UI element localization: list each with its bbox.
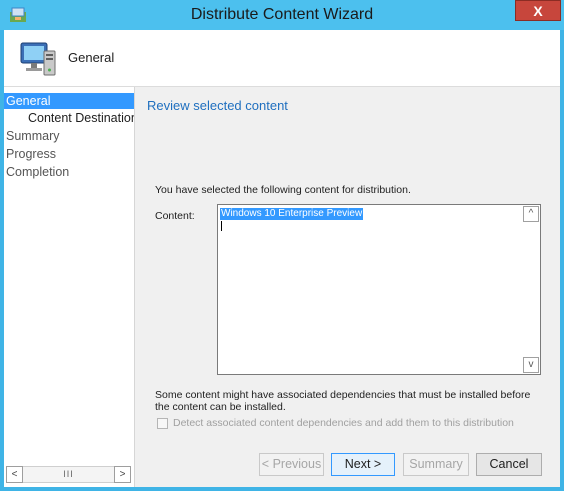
wizard-header: General [4,30,560,87]
content-value: Windows 10 Enterprise Preview [220,208,364,220]
step-progress[interactable]: Progress [4,146,56,162]
detect-dependencies-checkbox[interactable] [157,418,168,429]
wizard-client-area: General General Content Destination Summ… [4,30,560,487]
next-button[interactable]: Next > [331,453,395,476]
content-textbox[interactable]: Windows 10 Enterprise Preview ^ v [217,204,541,375]
cancel-button[interactable]: Cancel [476,453,542,476]
detect-dependencies-label[interactable]: Detect associated content dependencies a… [173,417,514,429]
step-summary[interactable]: Summary [4,128,59,144]
step-completion[interactable]: Completion [4,164,69,180]
scroll-left-button[interactable]: < [6,466,23,483]
section-title: Review selected content [147,98,288,113]
wizard-steps-sidebar: General Content Destination Summary Prog… [4,87,135,487]
content-vertical-scrollbar[interactable]: ^ v [523,205,540,374]
step-content-destination[interactable]: Content Destination [4,110,134,126]
dependency-note: Some content might have associated depen… [155,389,531,413]
scroll-up-button[interactable]: ^ [523,206,539,222]
computer-icon [20,42,56,76]
title-bar[interactable]: Distribute Content Wizard X [0,0,564,30]
header-title: General [68,50,115,65]
summary-button[interactable]: Summary [403,453,469,476]
content-label: Content: [155,210,195,222]
content-description: You have selected the following content … [155,184,411,196]
previous-button[interactable]: < Previous [259,453,324,476]
scroll-thumb[interactable]: III [25,469,112,480]
wizard-main-panel: Review selected content You have selecte… [135,87,560,487]
wizard-window: Distribute Content Wizard X General Gene… [0,0,564,491]
sidebar-horizontal-scrollbar[interactable]: < III > [6,466,131,483]
close-button[interactable]: X [515,0,561,21]
text-caret [221,221,222,231]
step-general[interactable]: General [4,93,134,109]
scroll-down-button[interactable]: v [523,357,539,373]
window-title: Distribute Content Wizard [190,6,374,23]
scroll-right-button[interactable]: > [114,466,131,483]
